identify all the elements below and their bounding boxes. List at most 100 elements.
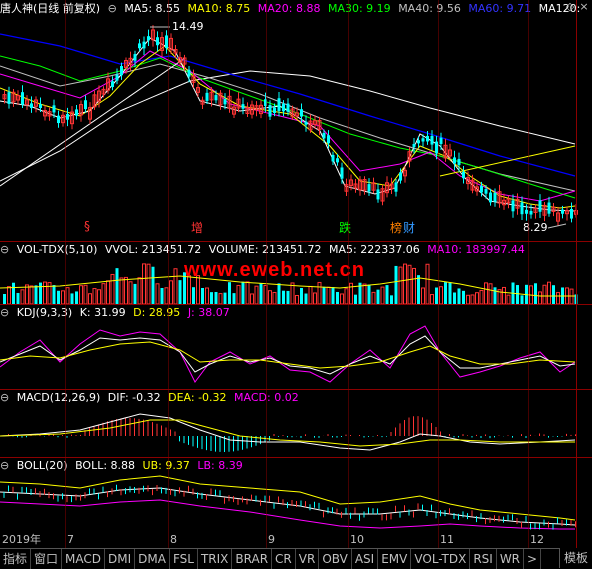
event-marker-1[interactable]: § (84, 219, 90, 233)
tab-dmi[interactable]: DMI (105, 549, 136, 569)
kdj-indicator-name[interactable]: KDJ(9,3,3) (17, 306, 73, 319)
tab-fsl[interactable]: FSL (170, 549, 198, 569)
price-chart[interactable] (0, 16, 592, 240)
volume-bar (479, 289, 484, 304)
macd-dif-label: DIF: -0.32 (107, 391, 161, 404)
volume-bar (448, 282, 452, 304)
candle-body (52, 105, 56, 113)
tab-brar[interactable]: BRAR (232, 549, 273, 569)
stock-title[interactable]: 唐人神(日线 前复权) (0, 2, 100, 15)
candle-body (304, 121, 308, 125)
candle-body (66, 113, 69, 120)
volume-bar (115, 268, 119, 304)
month-divider (438, 0, 439, 548)
macd-collapse-icon[interactable]: ⊖ (0, 391, 9, 404)
kdj-d-label: D: 28.95 (133, 306, 181, 319)
candle-body (286, 103, 290, 112)
time-axis-label: 10 (350, 533, 364, 546)
candle-body (340, 167, 344, 179)
volume-bar (304, 293, 308, 304)
volume-bar (254, 285, 259, 304)
candle-body (273, 107, 276, 113)
tab-cr[interactable]: CR (272, 549, 296, 569)
kdj-j-label: J: 38.07 (187, 306, 230, 319)
tab-vr[interactable]: VR (296, 549, 320, 569)
volume-bar (354, 294, 357, 304)
volume-bar (236, 284, 241, 304)
candle-body (327, 135, 330, 144)
candle-body (133, 54, 137, 61)
candle-body (367, 184, 371, 192)
boll-ub-label: UB: 9.37 (142, 459, 190, 472)
candle-body (84, 100, 87, 110)
volume-bar (336, 291, 339, 304)
candle-body (493, 192, 497, 202)
volume-bar (232, 293, 236, 304)
candle-body (520, 202, 524, 215)
close-icon[interactable]: × (577, 0, 591, 14)
ma60-label: MA60: 9.71 (468, 2, 532, 15)
event-marker-3[interactable]: 跌 (339, 219, 351, 236)
time-axis-label: 8 (170, 533, 177, 546)
volume-bar (340, 293, 344, 304)
event-marker-4[interactable]: 榜 (390, 219, 402, 236)
kdj-chart[interactable] (0, 322, 592, 388)
volume-bar (403, 263, 407, 304)
macd-indicator-name[interactable]: MACD(12,26,9) (17, 391, 101, 404)
candle-body (75, 109, 78, 116)
volume-bar (300, 288, 303, 304)
volume-bar (466, 294, 470, 304)
volume-bar (75, 291, 78, 304)
tab-asi[interactable]: ASI (352, 549, 379, 569)
boll-chart[interactable] (0, 474, 592, 532)
tab-more[interactable]: > (524, 549, 542, 569)
volume-bar (57, 290, 60, 304)
volume-bar (542, 284, 547, 304)
ma20-label: MA20: 8.88 (257, 2, 321, 15)
boll-indicator-name[interactable]: BOLL(20) (17, 459, 68, 472)
volume-bar (412, 267, 416, 304)
volume-bar (3, 293, 6, 304)
volume-bar (534, 283, 537, 304)
collapse-icon[interactable]: ⊖ (108, 2, 117, 15)
tab-indicator[interactable]: 指标 (0, 549, 32, 569)
ma30-label: MA30: 9.19 (327, 2, 391, 15)
tab-macd[interactable]: MACD (62, 549, 106, 569)
panel-divider (0, 241, 592, 242)
macd-chart[interactable] (0, 406, 592, 456)
kdj-collapse-icon[interactable]: ⊖ (0, 306, 9, 319)
event-marker-5[interactable]: 财 (403, 219, 415, 236)
tab-trix[interactable]: TRIX (198, 549, 233, 569)
volume-bar (25, 284, 29, 304)
vol-collapse-icon[interactable]: ⊖ (0, 243, 9, 256)
tab-rsi[interactable]: RSI (470, 549, 497, 569)
candle-body (57, 115, 60, 124)
volume-bar (169, 280, 173, 304)
vol-indicator-name[interactable]: VOL-TDX(5,10) (17, 243, 98, 256)
candle-body (394, 182, 398, 192)
indicator-tab-bar: 指标 窗口 MACD DMI DMA FSL TRIX BRAR CR VR O… (0, 548, 592, 569)
candle-body (417, 140, 420, 144)
tab-wr[interactable]: WR (497, 549, 525, 569)
volume-bar (444, 282, 447, 304)
volume-bar (241, 281, 245, 304)
tab-emv[interactable]: EMV (378, 549, 412, 569)
tab-obv[interactable]: OBV (319, 549, 352, 569)
volume-bar (245, 281, 250, 304)
tab-window[interactable]: 窗口 (31, 549, 63, 569)
volume-bar (488, 283, 493, 304)
volume-bar (83, 284, 88, 304)
volume-bar (7, 286, 11, 304)
macd-dea-label: DEA: -0.32 (168, 391, 227, 404)
window-options-icon[interactable]: ◇ (563, 0, 577, 14)
candle-body (453, 157, 456, 164)
candle-body (156, 37, 159, 46)
candle-body (439, 137, 443, 144)
boll-collapse-icon[interactable]: ⊖ (0, 459, 9, 472)
candle-body (300, 109, 303, 117)
template-button[interactable]: 模板 (558, 548, 592, 568)
event-marker-2[interactable]: 增 (191, 219, 203, 236)
tab-vol-tdx[interactable]: VOL-TDX (411, 549, 471, 569)
main-header: 唐人神(日线 前复权) ⊖ MA5: 8.55 MA10: 8.75 MA20:… (0, 2, 584, 16)
tab-dma[interactable]: DMA (135, 549, 170, 569)
